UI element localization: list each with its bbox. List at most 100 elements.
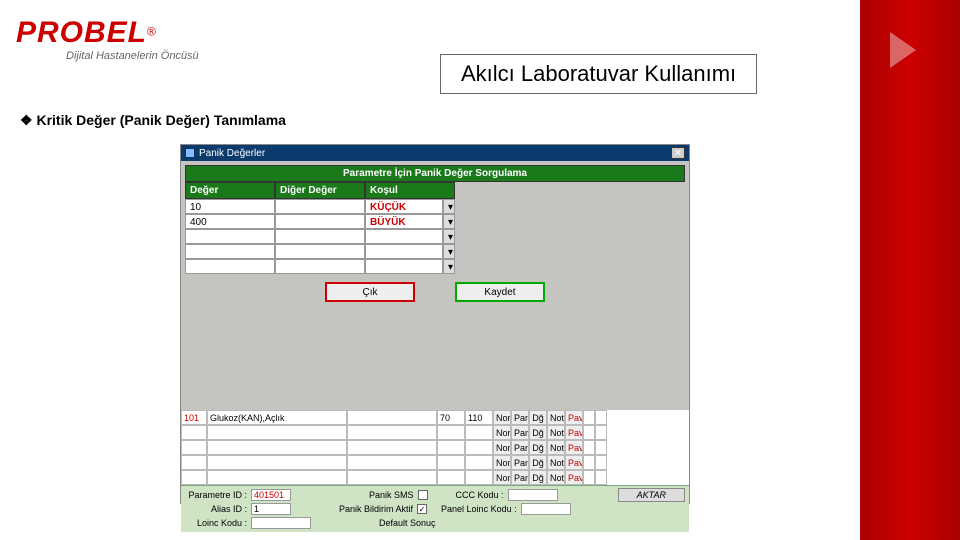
param-row[interactable]: NorPanDğNotPav — [181, 455, 689, 470]
row-checkbox[interactable] — [583, 455, 595, 470]
param-row[interactable]: 101 Glukoz(KAN),Açlık 70 110 Nor Pan Dğ … — [181, 410, 689, 425]
param-low[interactable] — [437, 440, 465, 455]
grid-header: Değer Diğer Değer Koşul — [185, 182, 685, 199]
input-loinc[interactable] — [251, 517, 311, 529]
param-high[interactable] — [465, 425, 493, 440]
cell-kosul[interactable]: KÜÇÜK EŞİTTİR — [365, 199, 443, 214]
cell-diger[interactable] — [275, 214, 365, 229]
btn-nor[interactable]: Nor — [493, 455, 511, 470]
btn-not[interactable]: Not — [547, 410, 565, 425]
btn-pav[interactable]: Pav — [565, 470, 583, 485]
aktar-button[interactable]: AKTAR — [618, 488, 685, 502]
btn-dg[interactable]: Dğ — [529, 425, 547, 440]
param-high[interactable] — [465, 440, 493, 455]
dropdown-icon[interactable]: ▾ — [443, 214, 455, 229]
label-panel-loinc: Panel Loinc Kodu : — [441, 504, 517, 514]
input-parametre-id[interactable]: 401501 — [251, 489, 291, 501]
row-checkbox[interactable] — [595, 425, 607, 440]
dropdown-icon[interactable]: ▾ — [443, 259, 455, 274]
btn-dg[interactable]: Dğ — [529, 440, 547, 455]
logo-text: PROBEL — [16, 16, 147, 49]
btn-not[interactable]: Not — [547, 470, 565, 485]
row-checkbox[interactable] — [583, 425, 595, 440]
grid-row[interactable]: ▾ — [185, 259, 685, 274]
param-cell[interactable] — [347, 425, 437, 440]
btn-pav[interactable]: Pav — [565, 425, 583, 440]
row-checkbox[interactable] — [595, 410, 607, 425]
btn-pan[interactable]: Pan — [511, 425, 529, 440]
row-checkbox[interactable] — [595, 470, 607, 485]
btn-nor[interactable]: Nor — [493, 410, 511, 425]
dropdown-icon[interactable]: ▾ — [443, 199, 455, 214]
row-checkbox[interactable] — [583, 440, 595, 455]
btn-pan[interactable]: Pan — [511, 455, 529, 470]
btn-pav[interactable]: Pav — [565, 410, 583, 425]
cell-kosul[interactable] — [365, 229, 443, 244]
row-checkbox[interactable] — [595, 440, 607, 455]
row-checkbox[interactable] — [595, 455, 607, 470]
grid-row[interactable]: 400 BÜYÜK EŞİTTİR ▾ — [185, 214, 685, 229]
btn-not[interactable]: Not — [547, 455, 565, 470]
save-button[interactable]: Kaydet — [455, 282, 545, 302]
cell-deger[interactable]: 400 — [185, 214, 275, 229]
cell-kosul[interactable]: BÜYÜK EŞİTTİR — [365, 214, 443, 229]
window-close-button[interactable]: ✕ — [671, 147, 685, 159]
param-low[interactable] — [437, 425, 465, 440]
param-cell[interactable] — [347, 455, 437, 470]
param-high[interactable]: 110 — [465, 410, 493, 425]
param-cell[interactable] — [347, 440, 437, 455]
input-panel-loinc[interactable] — [521, 503, 571, 515]
cell-kosul[interactable] — [365, 244, 443, 259]
param-cell[interactable] — [347, 410, 437, 425]
btn-pan[interactable]: Pan — [511, 440, 529, 455]
cell-kosul[interactable] — [365, 259, 443, 274]
param-high[interactable] — [465, 455, 493, 470]
exit-button[interactable]: Çık — [325, 282, 415, 302]
param-low[interactable] — [437, 470, 465, 485]
btn-dg[interactable]: Dğ — [529, 410, 547, 425]
grid-row[interactable]: 10 KÜÇÜK EŞİTTİR ▾ — [185, 199, 685, 214]
btn-dg[interactable]: Dğ — [529, 470, 547, 485]
btn-nor[interactable]: Nor — [493, 470, 511, 485]
cell-deger[interactable] — [185, 229, 275, 244]
cell-diger[interactable] — [275, 199, 365, 214]
dropdown-icon[interactable]: ▾ — [443, 229, 455, 244]
btn-pav[interactable]: Pav — [565, 440, 583, 455]
checkbox-panik-bildirim[interactable]: ✓ — [417, 504, 427, 514]
label-panik-bildirim: Panik Bildirim Aktif — [339, 504, 413, 514]
param-id — [181, 425, 207, 440]
window-titlebar[interactable]: Panik Değerler ✕ — [181, 145, 689, 161]
param-row[interactable]: NorPanDğNotPav — [181, 425, 689, 440]
cell-diger[interactable] — [275, 229, 365, 244]
btn-not[interactable]: Not — [547, 440, 565, 455]
param-row[interactable]: NorPanDğNotPav — [181, 440, 689, 455]
btn-pav[interactable]: Pav — [565, 455, 583, 470]
cell-deger[interactable] — [185, 259, 275, 274]
checkbox-panik-sms[interactable] — [418, 490, 428, 500]
param-low[interactable] — [437, 455, 465, 470]
cell-deger[interactable]: 10 — [185, 199, 275, 214]
input-alias-id[interactable]: 1 — [251, 503, 291, 515]
grid-row[interactable]: ▾ — [185, 229, 685, 244]
btn-not[interactable]: Not — [547, 425, 565, 440]
param-row[interactable]: NorPanDğNotPav — [181, 470, 689, 485]
cell-diger[interactable] — [275, 259, 365, 274]
param-high[interactable] — [465, 470, 493, 485]
btn-dg[interactable]: Dğ — [529, 455, 547, 470]
grid-row[interactable]: ▾ — [185, 244, 685, 259]
param-name — [207, 440, 347, 455]
param-name — [207, 425, 347, 440]
row-checkbox[interactable] — [583, 410, 595, 425]
dropdown-icon[interactable]: ▾ — [443, 244, 455, 259]
col-diger: Diğer Değer — [275, 182, 365, 199]
btn-nor[interactable]: Nor — [493, 440, 511, 455]
cell-diger[interactable] — [275, 244, 365, 259]
cell-deger[interactable] — [185, 244, 275, 259]
row-checkbox[interactable] — [583, 470, 595, 485]
btn-nor[interactable]: Nor — [493, 425, 511, 440]
param-low[interactable]: 70 — [437, 410, 465, 425]
input-ccc-kodu[interactable] — [508, 489, 558, 501]
btn-pan[interactable]: Pan — [511, 470, 529, 485]
btn-pan[interactable]: Pan — [511, 410, 529, 425]
param-cell[interactable] — [347, 470, 437, 485]
